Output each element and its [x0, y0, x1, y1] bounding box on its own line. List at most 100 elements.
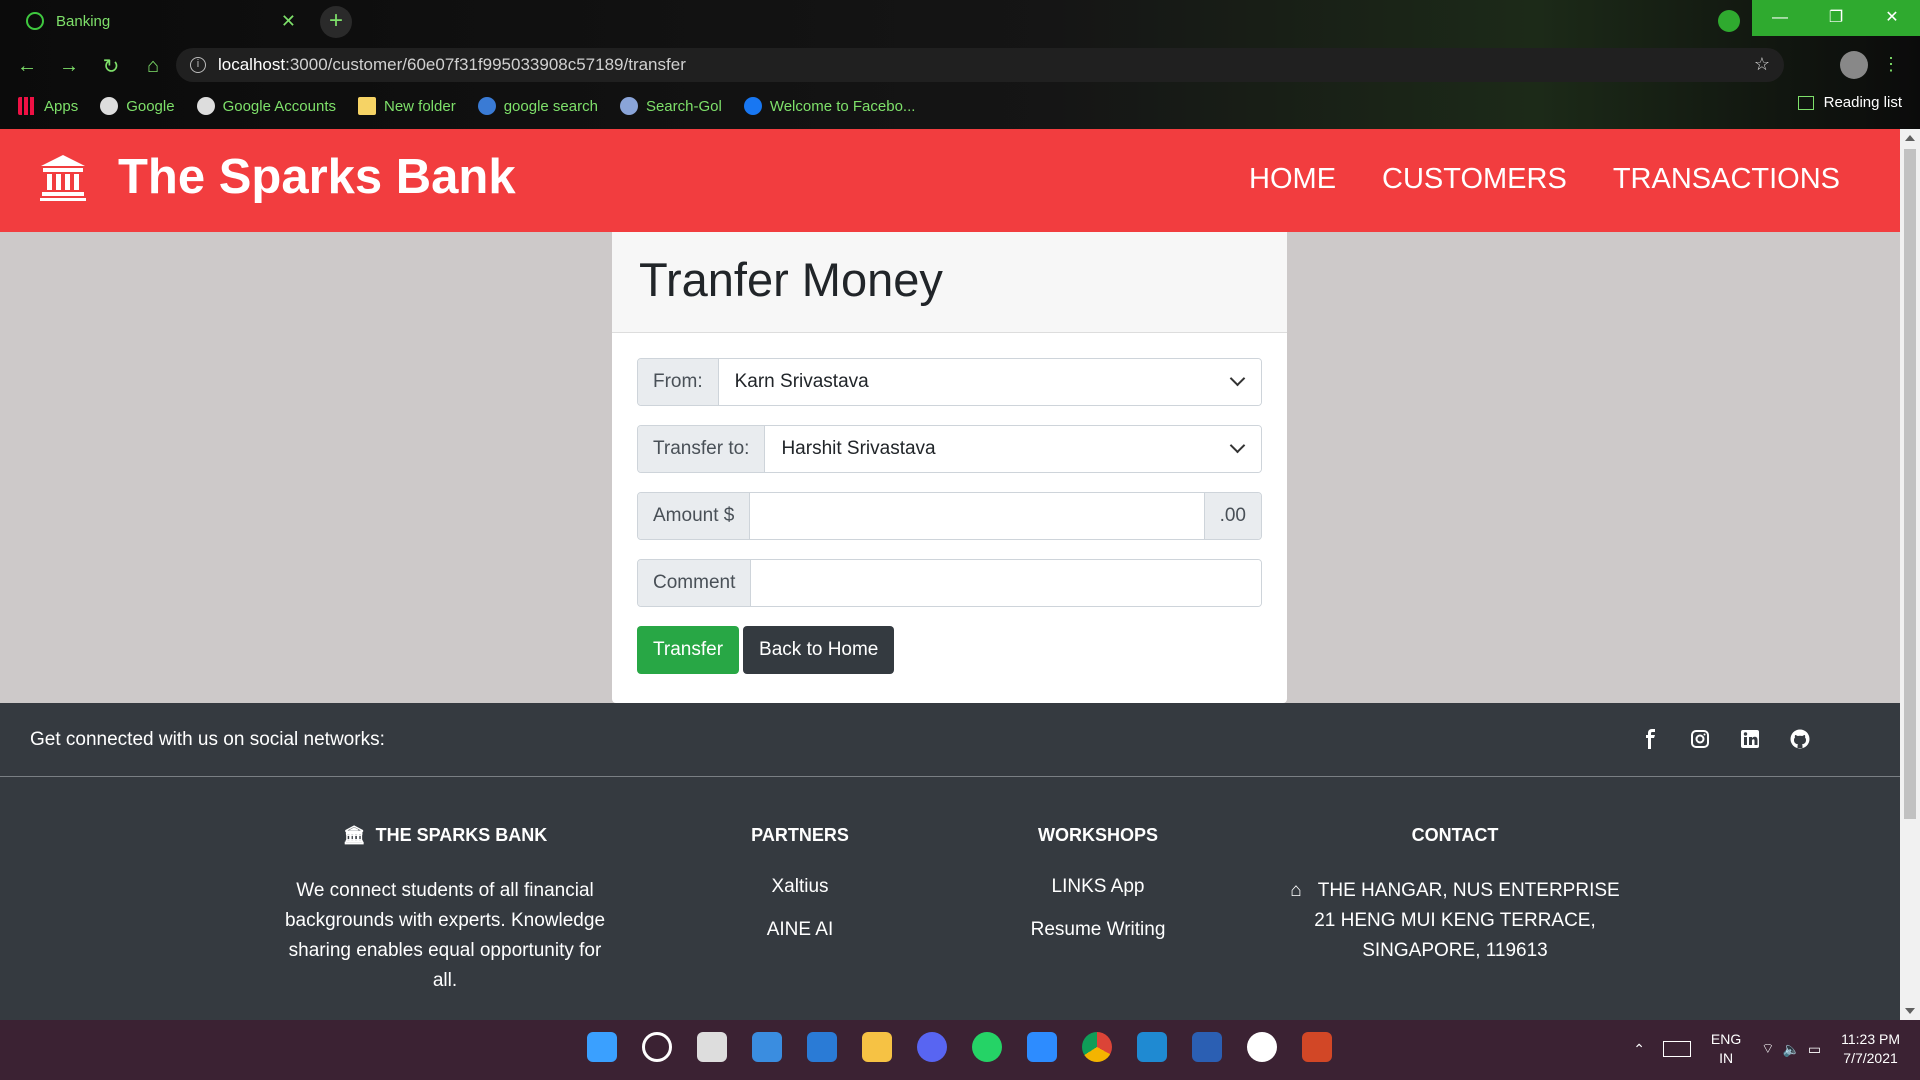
apps-grid-icon	[18, 97, 36, 115]
zoom-icon[interactable]	[1027, 1032, 1057, 1062]
transfer-form: From: Karn Srivastava Transfer to: Harsh…	[612, 333, 1287, 674]
folder-icon	[358, 97, 376, 115]
task-view-icon[interactable]	[697, 1032, 727, 1062]
transfer-button[interactable]: Transfer	[637, 626, 740, 674]
workshop-link[interactable]: Resume Writing	[998, 919, 1198, 941]
facebook-icon[interactable]	[1640, 729, 1660, 749]
powershell-icon[interactable]	[1192, 1032, 1222, 1062]
chevron-down-icon	[1229, 370, 1246, 387]
chevron-up-icon[interactable]: ⌃	[1633, 1041, 1645, 1058]
file-explorer-icon[interactable]	[862, 1032, 892, 1062]
bank-icon	[40, 155, 86, 201]
extension-icon[interactable]	[1718, 10, 1740, 32]
instagram-icon[interactable]	[1690, 729, 1710, 749]
widgets-icon[interactable]	[752, 1032, 782, 1062]
home-icon[interactable]: ⌂	[138, 55, 168, 78]
to-label: Transfer to:	[638, 426, 766, 472]
chrome-icon[interactable]	[1082, 1032, 1112, 1062]
powerpoint-icon[interactable]	[1302, 1032, 1332, 1062]
footer-workshops: WORKSHOPS LINKS App Resume Writing	[998, 825, 1198, 962]
facebook-icon	[743, 97, 762, 115]
comment-label: Comment	[638, 560, 752, 606]
scroll-up-icon[interactable]	[1905, 135, 1915, 141]
bookmark-google[interactable]: Google	[100, 97, 175, 115]
bookmarks-bar: Apps Google Google Accounts New folder g…	[0, 94, 937, 118]
navigation-row: ← → ↻ ⌂ i localhost:3000/customer/60e07f…	[0, 48, 1920, 84]
close-tab-icon[interactable]: ✕	[281, 11, 296, 32]
back-to-home-button[interactable]: Back to Home	[743, 626, 895, 674]
globe-icon	[26, 12, 44, 30]
new-tab-button[interactable]: +	[320, 6, 352, 38]
forward-icon[interactable]: →	[54, 55, 84, 78]
keyboard-icon[interactable]	[1662, 1041, 1691, 1057]
from-select[interactable]: Karn Srivastava	[718, 359, 1261, 405]
brand[interactable]: The Sparks Bank	[38, 149, 516, 205]
bookmark-google-search[interactable]: google search	[477, 97, 598, 115]
partner-link[interactable]: AINE AI	[700, 919, 900, 941]
discord-icon[interactable]	[917, 1032, 947, 1062]
amount-suffix: .00	[1203, 493, 1261, 539]
info-icon[interactable]: i	[190, 57, 206, 73]
bookmark-star-icon[interactable]: ☆	[1754, 54, 1770, 75]
browser-chrome: Banking ✕ + — ❐ ✕ ← → ↻ ⌂ i localhost:30…	[0, 0, 1920, 129]
partner-link[interactable]: Xaltius	[700, 876, 900, 898]
to-select[interactable]: Harshit Srivastava	[765, 426, 1261, 472]
site-header: The Sparks Bank HOME CUSTOMERS TRANSACTI…	[0, 129, 1900, 232]
scroll-thumb[interactable]	[1904, 149, 1916, 819]
clock[interactable]: 11:23 PM 7/7/2021	[1841, 1030, 1900, 1068]
menu-kebab-icon[interactable]: ⋮	[1882, 54, 1900, 75]
transfer-card: Tranfer Money From: Karn Srivastava Tran…	[612, 232, 1287, 703]
comment-input[interactable]	[751, 560, 1261, 606]
wifi-icon[interactable]: ⌔	[1761, 1040, 1774, 1058]
comment-group: Comment	[637, 559, 1262, 607]
bookmark-new-folder[interactable]: New folder	[358, 97, 456, 115]
mongodb-icon[interactable]	[1247, 1032, 1277, 1062]
brand-title: The Sparks Bank	[118, 150, 516, 204]
tab-title: Banking	[56, 12, 111, 30]
bank-icon: 🏛	[342, 825, 366, 845]
mail-icon[interactable]	[807, 1032, 837, 1062]
workshops-title: WORKSHOPS	[1037, 825, 1158, 845]
nav-transactions[interactable]: TRANSACTIONS	[1613, 163, 1840, 196]
minimize-icon[interactable]: —	[1752, 0, 1808, 36]
card-header: Tranfer Money	[612, 232, 1287, 333]
nav-customers[interactable]: CUSTOMERS	[1382, 163, 1567, 196]
form-buttons: Transfer Back to Home	[637, 626, 1262, 674]
back-icon[interactable]: ←	[12, 55, 42, 78]
linkedin-icon[interactable]	[1740, 729, 1760, 749]
reload-icon[interactable]: ↻	[96, 54, 126, 79]
page-scrollbar[interactable]	[1900, 129, 1920, 1020]
github-icon[interactable]	[1790, 729, 1810, 749]
from-value: Karn Srivastava	[734, 371, 869, 392]
about-line: sharing enables equal opportunity for	[288, 940, 602, 961]
about-line: all.	[432, 970, 458, 991]
bookmark-apps[interactable]: Apps	[18, 97, 78, 115]
language-indicator[interactable]: ENG IN	[1711, 1030, 1741, 1068]
workshop-link[interactable]: LINKS App	[998, 876, 1198, 898]
nav-home[interactable]: HOME	[1249, 163, 1336, 196]
amount-input[interactable]	[750, 493, 1204, 539]
close-window-icon[interactable]: ✕	[1864, 0, 1920, 36]
address-bar[interactable]: i localhost:3000/customer/60e07f31f99503…	[176, 48, 1784, 82]
social-bar: Get connected with us on social networks…	[0, 703, 1900, 777]
start-icon[interactable]	[587, 1032, 617, 1062]
profile-avatar[interactable]	[1840, 51, 1868, 79]
search-icon[interactable]	[642, 1032, 672, 1062]
scroll-down-icon[interactable]	[1905, 1008, 1915, 1014]
from-group: From: Karn Srivastava	[637, 358, 1262, 406]
bookmark-facebook[interactable]: Welcome to Facebo...	[743, 97, 915, 115]
battery-icon[interactable]: ▭	[1808, 1041, 1821, 1058]
page-viewport: The Sparks Bank HOME CUSTOMERS TRANSACTI…	[0, 129, 1900, 1020]
google-icon	[196, 97, 215, 115]
vscode-icon[interactable]	[1137, 1032, 1167, 1062]
window-controls: — ❐ ✕	[1752, 0, 1920, 36]
reading-list-button[interactable]: Reading list	[1797, 94, 1902, 111]
restore-icon[interactable]: ❐	[1808, 0, 1864, 36]
whatsapp-icon[interactable]	[972, 1032, 1002, 1062]
volume-icon[interactable]: 🔈	[1782, 1041, 1799, 1058]
about-title: THE SPARKS BANK	[375, 825, 548, 845]
reading-list-icon	[1797, 95, 1814, 110]
bookmark-search-gol[interactable]: Search-Gol	[619, 97, 722, 115]
bookmark-google-accounts[interactable]: Google Accounts	[196, 97, 336, 115]
browser-tab[interactable]: Banking ✕	[8, 2, 308, 40]
